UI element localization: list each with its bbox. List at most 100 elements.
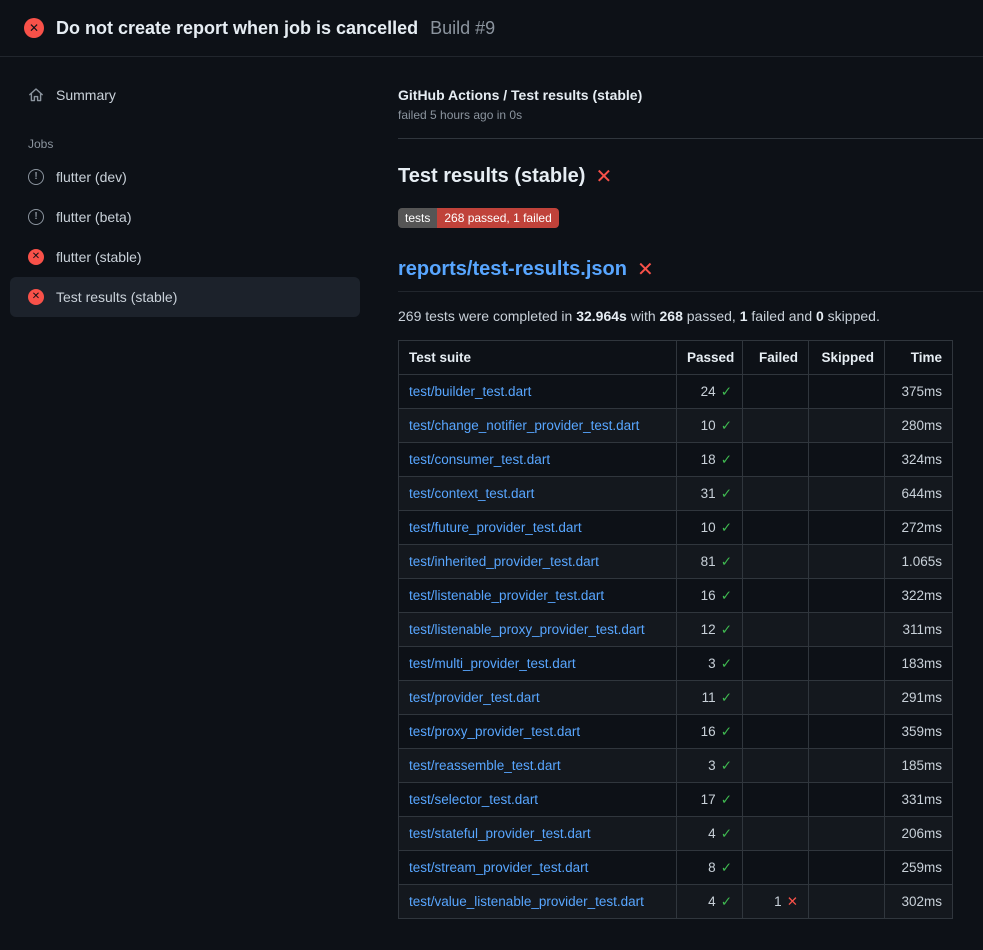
test-suite-link[interactable]: test/provider_test.dart [409,690,540,705]
failed-cell [743,375,809,409]
check-icon: ✓ [721,826,732,841]
failed-cell: 1✕ [743,885,809,919]
time-cell: 280ms [885,409,953,443]
time-cell: 272ms [885,511,953,545]
table-row: test/listenable_proxy_provider_test.dart… [399,613,953,647]
table-row: test/inherited_provider_test.dart81✓1.06… [399,545,953,579]
passed-cell: 4✓ [677,885,743,919]
check-icon: ✓ [721,860,732,875]
failed-cell [743,749,809,783]
failed-cell [743,817,809,851]
test-suite-link[interactable]: test/stream_provider_test.dart [409,860,588,875]
time-cell: 206ms [885,817,953,851]
time-cell: 311ms [885,613,953,647]
check-icon: ✓ [721,418,732,433]
passed-cell: 10✓ [677,511,743,545]
column-header-failed: Failed [743,341,809,375]
check-icon: ✓ [721,758,732,773]
passed-cell: 3✓ [677,647,743,681]
skipped-cell [809,613,885,647]
skipped-cell [809,885,885,919]
test-suite-link[interactable]: test/reassemble_test.dart [409,758,561,773]
test-suite-link[interactable]: test/inherited_provider_test.dart [409,554,599,569]
x-circle-icon: ✕ [28,249,44,265]
x-icon: ✕ [787,894,798,909]
test-suite-link[interactable]: test/builder_test.dart [409,384,531,399]
time-cell: 644ms [885,477,953,511]
sidebar-item-test-results-stable[interactable]: ✕ Test results (stable) [10,277,360,317]
breadcrumb: GitHub Actions / Test results (stable) [398,87,983,103]
failed-cell [743,613,809,647]
summary-text: 269 tests were completed in 32.964s with… [398,308,983,324]
test-suite-link[interactable]: test/listenable_proxy_provider_test.dart [409,622,645,637]
test-suite-link[interactable]: test/selector_test.dart [409,792,538,807]
sidebar-item-flutter-beta[interactable]: ! flutter (beta) [10,197,360,237]
sidebar-item-flutter-dev[interactable]: ! flutter (dev) [10,157,360,197]
time-cell: 183ms [885,647,953,681]
x-icon: ✕ [637,260,654,280]
x-icon: ✕ [595,167,612,187]
test-suite-link[interactable]: test/context_test.dart [409,486,534,501]
passed-cell: 16✓ [677,715,743,749]
table-row: test/selector_test.dart 17✓ 331ms [399,783,953,817]
report-file-link[interactable]: reports/test-results.json [398,258,627,281]
passed-cell: 4✓ [677,817,743,851]
results-table-body: test/builder_test.dart24✓375mstest/chang… [399,375,953,919]
failed-cell [743,443,809,477]
sidebar-item-label: flutter (stable) [56,249,142,265]
failed-cell [743,681,809,715]
check-icon: ✓ [721,486,732,501]
badge-value: 268 passed, 1 failed [437,208,558,228]
check-icon: ✓ [721,690,732,705]
failed-cell [743,647,809,681]
test-suite-link[interactable]: test/future_provider_test.dart [409,520,582,535]
skipped-cell [809,783,885,817]
test-suite-link[interactable]: test/proxy_provider_test.dart [409,724,580,739]
table-row: test/reassemble_test.dart 3✓ 185ms [399,749,953,783]
sidebar-item-summary[interactable]: Summary [10,75,360,115]
skipped-cell [809,715,885,749]
test-suite-link[interactable]: test/consumer_test.dart [409,452,550,467]
test-suite-link[interactable]: test/multi_provider_test.dart [409,656,576,671]
time-cell: 291ms [885,681,953,715]
passed-cell: 3✓ [677,749,743,783]
passed-cell: 17✓ [677,783,743,817]
time-cell: 324ms [885,443,953,477]
tests-badge: tests 268 passed, 1 failed [398,208,559,228]
table-row: test/context_test.dart 31✓ 644ms [399,477,953,511]
column-header-test-suite: Test suite [399,341,677,375]
skipped-cell [809,647,885,681]
time-cell: 185ms [885,749,953,783]
time-cell: 331ms [885,783,953,817]
table-row: test/proxy_provider_test.dart 16✓ 359ms [399,715,953,749]
check-icon: ✓ [721,724,732,739]
table-row: test/stateful_provider_test.dart 4✓ 206ms [399,817,953,851]
test-suite-link[interactable]: test/change_notifier_provider_test.dart [409,418,639,433]
time-cell: 302ms [885,885,953,919]
skipped-cell [809,681,885,715]
build-number: Build #9 [430,18,495,39]
skipped-cell [809,579,885,613]
passed-cell: 11✓ [677,681,743,715]
passed-cell: 31✓ [677,477,743,511]
section-divider [398,138,983,139]
test-suite-link[interactable]: test/value_listenable_provider_test.dart [409,894,644,909]
sidebar-item-flutter-stable[interactable]: ✕ flutter (stable) [10,237,360,277]
test-suite-link[interactable]: test/stateful_provider_test.dart [409,826,591,841]
table-row: test/builder_test.dart24✓375ms [399,375,953,409]
time-cell: 359ms [885,715,953,749]
passed-cell: 24✓ [677,375,743,409]
jobs-section-label: Jobs [0,137,370,151]
table-row: test/multi_provider_test.dart 3✓ 183ms [399,647,953,681]
run-meta: failed 5 hours ago in 0s [398,108,983,122]
sidebar-item-label: Test results (stable) [56,289,177,305]
passed-cell: 81✓ [677,545,743,579]
passed-cell: 8✓ [677,851,743,885]
skipped-cell [809,443,885,477]
check-icon: ✓ [721,622,732,637]
test-suite-link[interactable]: test/listenable_provider_test.dart [409,588,604,603]
x-circle-icon: ✕ [28,289,44,305]
test-results-table: Test suite Passed Failed Skipped Time te… [398,340,953,919]
skipped-cell [809,749,885,783]
exclamation-circle-icon: ! [28,169,44,185]
